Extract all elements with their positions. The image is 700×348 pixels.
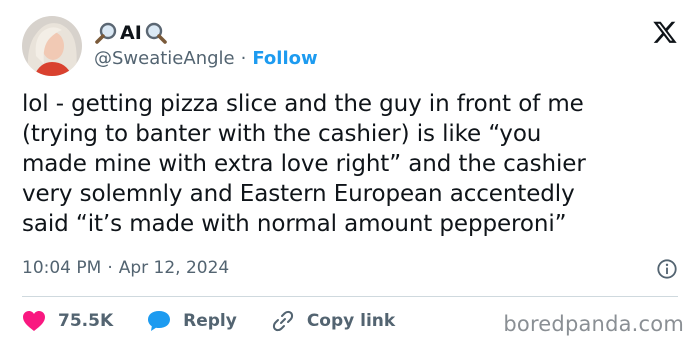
- divider: [22, 296, 678, 297]
- handle-separator: ·: [240, 48, 247, 69]
- watermark: boredpanda.com: [503, 312, 684, 336]
- magnifying-glass-icon: [145, 22, 167, 44]
- handle-row: @SweatieAngle · Follow: [94, 48, 318, 69]
- avatar[interactable]: [22, 16, 82, 76]
- meta-separator: ·: [107, 258, 113, 278]
- tweet-card: AI @SweatieAngle · Follow lol - getting …: [0, 0, 700, 348]
- tweet-date[interactable]: Apr 12, 2024: [119, 258, 230, 278]
- heart-icon: [23, 311, 45, 331]
- copy-link-label: Copy link: [306, 311, 396, 331]
- follow-button[interactable]: Follow: [252, 48, 317, 69]
- copy-link-button[interactable]: Copy link: [271, 309, 395, 333]
- tweet-meta: 10:04 PM · Apr 12, 2024: [22, 258, 229, 278]
- display-name: AI: [120, 22, 142, 44]
- tweet-time[interactable]: 10:04 PM: [22, 258, 101, 278]
- author-handle[interactable]: @SweatieAngle: [94, 48, 235, 69]
- reply-button[interactable]: Reply: [147, 310, 237, 332]
- author-name[interactable]: AI: [94, 18, 168, 48]
- link-icon: [272, 310, 293, 332]
- reply-label: Reply: [183, 311, 237, 331]
- like-button[interactable]: 75.5K: [22, 310, 113, 332]
- info-icon[interactable]: [656, 258, 678, 280]
- speech-bubble-icon: [148, 311, 171, 331]
- magnifying-glass-icon: [95, 22, 117, 44]
- x-logo-icon[interactable]: [652, 19, 678, 45]
- tweet-text: lol - getting pizza slice and the guy in…: [22, 91, 586, 237]
- like-count: 75.5K: [58, 311, 114, 331]
- action-bar: 75.5K Reply Copy link: [22, 306, 429, 336]
